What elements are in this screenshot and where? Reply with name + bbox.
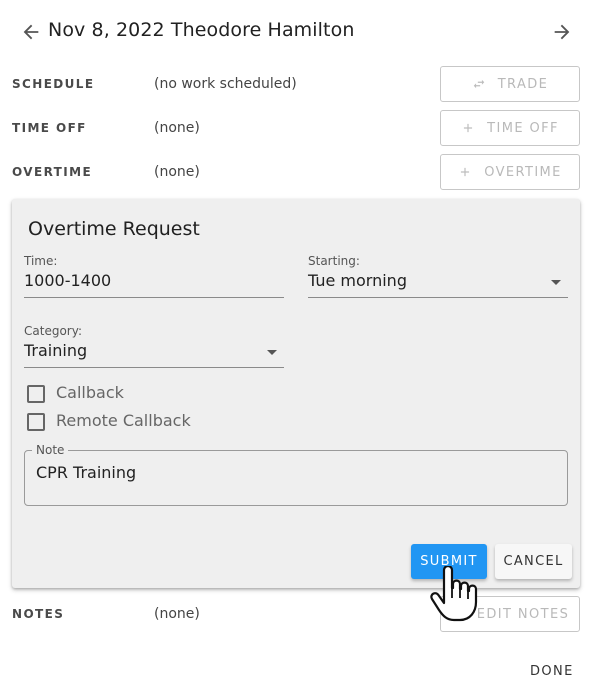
overtime-button[interactable]: OVERTIME (440, 154, 580, 190)
callback-checkbox[interactable] (27, 385, 45, 403)
cancel-button[interactable]: CANCEL (495, 544, 572, 579)
notes-label: NOTES (12, 607, 65, 621)
schedule-label: SCHEDULE (12, 77, 95, 91)
time-field-underline (24, 297, 284, 298)
card-title: Overtime Request (28, 218, 200, 240)
note-value[interactable]: CPR Training (36, 463, 136, 482)
overtime-value: (none) (154, 164, 200, 180)
overtime-button-label: OVERTIME (484, 164, 562, 180)
dialog-header: Nov 8, 2022 Theodore Hamilton (0, 0, 595, 64)
time-off-value: (none) (154, 120, 200, 136)
overtime-request-card: Overtime Request Time: 1000-1400 Startin… (12, 199, 580, 588)
trade-button-label: TRADE (497, 76, 549, 92)
done-button[interactable]: DONE (530, 664, 574, 679)
plus-icon (464, 123, 473, 133)
submit-button[interactable]: SUBMIT (411, 544, 487, 579)
starting-field-label: Starting: (308, 254, 360, 268)
time-field[interactable]: 1000-1400 (24, 271, 111, 290)
callback-label: Callback (56, 383, 124, 402)
trade-button[interactable]: TRADE (440, 66, 580, 102)
edit-icon (452, 608, 464, 620)
time-off-label: TIME OFF (12, 121, 87, 135)
chevron-down-icon[interactable] (267, 350, 277, 355)
time-field-label: Time: (24, 254, 58, 268)
chevron-down-icon[interactable] (551, 280, 561, 285)
note-label: Note (32, 443, 69, 457)
category-field-label: Category: (24, 324, 82, 338)
starting-select[interactable]: Tue morning (308, 271, 407, 290)
edit-notes-button[interactable]: EDIT NOTES (440, 596, 580, 632)
time-off-button[interactable]: TIME OFF (440, 110, 580, 146)
arrow-right-icon[interactable] (551, 21, 573, 43)
category-select-underline (24, 367, 284, 368)
plus-icon (461, 167, 470, 177)
arrow-left-icon[interactable] (20, 21, 42, 43)
notes-value: (none) (154, 606, 200, 622)
edit-notes-button-label: EDIT NOTES (476, 606, 570, 622)
schedule-value: (no work scheduled) (154, 76, 297, 92)
remote-callback-checkbox[interactable] (27, 413, 45, 431)
swap-icon (473, 79, 484, 89)
starting-select-underline (308, 297, 568, 298)
overtime-label: OVERTIME (12, 165, 93, 179)
time-off-button-label: TIME OFF (487, 120, 559, 136)
remote-callback-label: Remote Callback (56, 411, 191, 430)
category-select[interactable]: Training (24, 341, 87, 360)
page-title: Nov 8, 2022 Theodore Hamilton (48, 19, 355, 41)
